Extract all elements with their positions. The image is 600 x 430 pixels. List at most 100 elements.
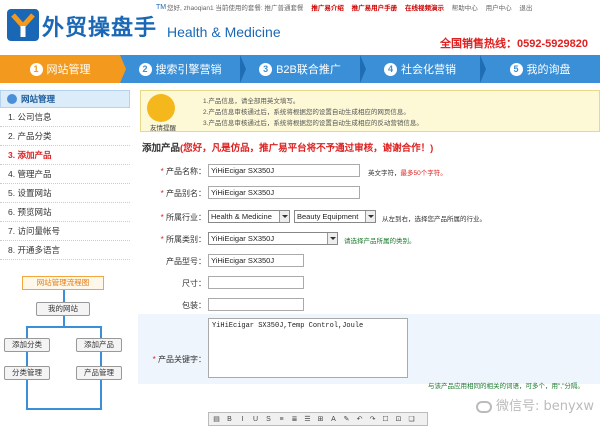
tab-label: B2B联合推广 [276,64,341,76]
link-help-center[interactable]: 帮助中心 [452,5,478,12]
logo-trademark: TM [156,4,167,11]
tab-label: 社会化营销 [401,64,456,76]
toolbar-italic-button[interactable]: I [237,414,248,424]
packaging-input[interactable] [208,298,304,311]
tab-site-management[interactable]: 1 网站管理 [0,55,126,83]
label-product-alias: * 产品别名： [160,189,206,198]
tab-my-inquiries[interactable]: 5 我的询盘 [480,55,600,83]
chevron-right-icon [360,55,366,83]
step-number: 4 [384,62,397,76]
notice-lines: 1.产品信息，请全部用英文填写。 2.产品信息审核通过后，系统将根据您的设置自动… [203,96,423,129]
toolbar-underline-button[interactable]: U [250,414,261,424]
toolbar-bold-button[interactable]: B [224,414,235,424]
sales-hotline: 全国销售热线：0592-5929820 [440,35,588,51]
hotline-number: 0592-5929820 [517,38,588,50]
tab-label: 我的询盘 [526,64,571,76]
flow-manage-category[interactable]: 分类管理 [4,366,50,380]
toolbar-image-button[interactable]: ⊡ [393,414,404,424]
sidebar: 网站管理 1. 公司信息 2. 产品分类 3. 添加产品 4. 管理产品 5. … [0,90,130,430]
product-alias-input[interactable]: YiHiEcigar SX350J [208,186,360,199]
flow-add-category[interactable]: 添加分类 [4,338,50,352]
step-number: 1 [29,62,43,76]
keywords-hint: 与该产品应用相同的相关的词语，可多个，用","分隔。 [428,383,584,390]
logo-text: 外贸操盘手 [42,16,158,41]
label-industry: * 所属行业： [160,213,206,222]
logo-y-icon [7,9,39,41]
mascot-icon [147,94,175,122]
step-number: 2 [138,62,152,76]
sidebar-item-company-info[interactable]: 1. 公司信息 [0,108,130,127]
link-user-center[interactable]: 用户中心 [486,5,512,12]
wechat-icon [475,400,492,413]
notice-label: 友情提醒 [150,125,176,132]
flow-manage-product[interactable]: 产品管理 [76,366,122,380]
sidebar-item-multilanguage[interactable]: 8. 开通多语言 [0,241,130,260]
logo-subtitle: Health & Medicine [167,24,281,40]
notice-line: 3.产品信息审核通过后，系统将根据您的设置自动生成相应的反动营销信息。 [203,120,423,127]
flow-connector [26,326,28,338]
chevron-down-icon [327,233,337,244]
sidebar-item-preview-site[interactable]: 6. 预览网站 [0,203,130,222]
keywords-textarea[interactable]: YiHiEcigar SX350J,Temp Control,Joule [208,318,408,378]
toolbar-table-button[interactable]: ⊞ [315,414,326,424]
flow-title: 网站管理流程图 [22,276,104,290]
sidebar-item-add-product[interactable]: 3. 添加产品 [0,146,130,165]
notice-line: 2.产品信息审核通过后，系统将根据您的设置自动生成相应的网页信息。 [203,109,410,116]
header: 外贸操盘手 TM Health & Medicine 您好, zhaoqian1… [0,0,600,55]
label-keywords: * 产品关键字： [152,355,206,364]
category-select[interactable]: YiHiEcigar SX350J [208,232,338,245]
notice-line: 1.产品信息，请全部用英文填写。 [203,98,300,105]
industry-select-secondary[interactable]: Beauty Equipment [294,210,376,223]
editor-toolbar: ▤ B I U S ≡ ≣ ☰ ⊞ A ✎ ↶ ↷ ☐ ⊡ ❏ [208,412,428,426]
sidebar-item-product-category[interactable]: 2. 产品分类 [0,127,130,146]
chevron-down-icon [279,211,289,222]
industry-select-primary[interactable]: Health & Medicine [208,210,290,223]
toolbar-edit-button[interactable]: ✎ [341,414,352,424]
flow-connector [100,352,102,366]
toolbar-align-center-button[interactable]: ≣ [289,414,300,424]
watermark-text: 微信号: benyxw [495,399,594,414]
flow-connector [26,352,28,366]
link-logout[interactable]: 退出 [519,5,532,12]
toolbar-font-color-button[interactable]: A [328,414,339,424]
tab-b2b-promotion[interactable]: 3 B2B联合推广 [240,55,366,83]
link-intro[interactable]: 推广易介绍 [311,5,344,12]
toolbar-undo-button[interactable]: ↶ [354,414,365,424]
toolbar-box-button[interactable]: ☐ [380,414,391,424]
flow-connector [100,380,102,410]
flow-add-product[interactable]: 添加产品 [76,338,122,352]
flow-connector [63,290,65,302]
sidebar-item-manage-products[interactable]: 4. 管理产品 [0,165,130,184]
flow-my-site[interactable]: 我的网站 [36,302,90,316]
user-bar: 您好, zhaoqian1 当前使用的套餐: 推广普通套餐 推广易介绍 推广易用… [167,2,597,14]
notice-box: 友情提醒 1.产品信息，请全部用英文填写。 2.产品信息审核通过后，系统将根据您… [140,90,600,132]
model-input[interactable]: YiHiEcigar SX350J [208,254,304,267]
toolbar-list-button[interactable]: ☰ [302,414,313,424]
flow-connector [26,326,102,328]
toolbar-align-left-button[interactable]: ≡ [276,414,287,424]
user-icon [7,94,17,104]
toolbar-strike-button[interactable]: S [263,414,274,424]
link-manual[interactable]: 推广易用户手册 [352,5,398,12]
toolbar-redo-button[interactable]: ↷ [367,414,378,424]
industry-hint: 从左到右，选择您产品所属的行业。 [382,216,486,223]
link-video-demo[interactable]: 在线视频演示 [405,5,444,12]
tab-social-marketing[interactable]: 4 社会化营销 [360,55,486,83]
label-product-name: * 产品名称： [160,167,206,176]
product-name-input[interactable]: YiHiEcigar SX350J [208,164,360,177]
label-size: 尺寸： [182,279,206,288]
size-input[interactable] [208,276,304,289]
user-greeting: 您好, zhaoqian1 当前使用的套餐: 推广普通套餐 [167,5,304,12]
label-model: 产品型号： [166,257,206,266]
flow-connector [26,408,102,410]
step-number: 5 [509,62,523,76]
product-name-hint: 英文字符，最多50个字符。 [368,170,447,177]
toolbar-source-button[interactable]: ▤ [211,414,222,424]
sidebar-item-site-settings[interactable]: 5. 设置网站 [0,184,130,203]
toolbar-copy-button[interactable]: ❏ [406,414,417,424]
tab-search-engine-marketing[interactable]: 2 搜索引擎营销 [120,55,246,83]
chevron-down-icon [365,211,375,222]
sidebar-item-traffic-account[interactable]: 7. 访问量帐号 [0,222,130,241]
chevron-right-icon [120,55,126,83]
sidebar-title-label: 网站管理 [21,94,56,104]
